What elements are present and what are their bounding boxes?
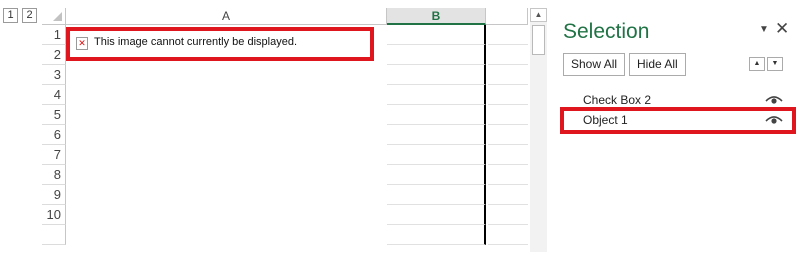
cell[interactable] xyxy=(66,205,387,225)
cell[interactable] xyxy=(488,45,528,65)
row-header[interactable]: 6 xyxy=(42,125,66,145)
cell[interactable] xyxy=(66,145,387,165)
cell[interactable] xyxy=(387,145,486,165)
cell[interactable] xyxy=(488,125,528,145)
cell[interactable] xyxy=(488,65,528,85)
row-header[interactable] xyxy=(42,225,66,245)
cell[interactable] xyxy=(387,45,486,65)
table-row: 10 xyxy=(42,205,528,225)
cell[interactable] xyxy=(387,105,486,125)
row-header[interactable]: 3 xyxy=(42,65,66,85)
cell[interactable] xyxy=(488,185,528,205)
table-row: 9 xyxy=(42,185,528,205)
shape-name: Check Box 2 xyxy=(583,93,652,107)
outline-level-2-button[interactable]: 2 xyxy=(22,8,37,23)
cell[interactable] xyxy=(66,85,387,105)
column-header-b[interactable]: B xyxy=(387,8,486,25)
scroll-up-arrow-icon[interactable]: ▲ xyxy=(530,8,547,22)
row-header[interactable]: 1 xyxy=(42,25,66,45)
cell[interactable] xyxy=(488,145,528,165)
cell[interactable] xyxy=(488,85,528,105)
cell[interactable] xyxy=(488,165,528,185)
cell[interactable] xyxy=(488,105,528,125)
row-header[interactable]: 8 xyxy=(42,165,66,185)
cell[interactable] xyxy=(387,185,486,205)
column-header-c[interactable] xyxy=(486,8,528,24)
bring-forward-icon[interactable]: ▲ xyxy=(749,57,765,71)
broken-image-placeholder[interactable]: ✕ This image cannot currently be display… xyxy=(66,27,374,61)
column-header-a[interactable]: A xyxy=(66,8,387,24)
row-header[interactable]: 2 xyxy=(42,45,66,65)
outline-level-1-button[interactable]: 1 xyxy=(3,8,18,23)
selection-pane: Selection ▼ ✕ Show All Hide All ▲ ▼ Chec… xyxy=(553,0,799,256)
cell[interactable] xyxy=(387,25,486,45)
row-header[interactable]: 4 xyxy=(42,85,66,105)
eye-icon[interactable] xyxy=(765,114,783,126)
cell[interactable] xyxy=(387,65,486,85)
cell[interactable] xyxy=(488,205,528,225)
table-row: 4 xyxy=(42,85,528,105)
column-header-bar: A B xyxy=(42,8,528,25)
row-header[interactable]: 9 xyxy=(42,185,66,205)
cell[interactable] xyxy=(387,165,486,185)
cell[interactable] xyxy=(66,105,387,125)
table-row: 5 xyxy=(42,105,528,125)
show-all-button[interactable]: Show All xyxy=(563,53,626,76)
select-all-corner[interactable] xyxy=(42,8,66,24)
row-header[interactable]: 7 xyxy=(42,145,66,165)
table-row: 7 xyxy=(42,145,528,165)
close-icon[interactable]: ✕ xyxy=(775,19,789,39)
row-header[interactable]: 5 xyxy=(42,105,66,125)
cell[interactable] xyxy=(66,125,387,145)
cell[interactable] xyxy=(387,205,486,225)
select-all-triangle-icon xyxy=(53,12,62,21)
table-row xyxy=(42,225,528,245)
cell[interactable] xyxy=(488,25,528,45)
cell[interactable] xyxy=(387,85,486,105)
shape-list-item[interactable]: Check Box 2 xyxy=(561,90,791,110)
pane-title: Selection xyxy=(563,20,650,43)
hide-all-button[interactable]: Hide All xyxy=(629,53,686,76)
cell[interactable] xyxy=(488,225,528,245)
cell[interactable] xyxy=(66,65,387,85)
shape-list-item[interactable]: Object 1 xyxy=(561,110,791,130)
table-row: 8 xyxy=(42,165,528,185)
cell[interactable] xyxy=(66,185,387,205)
cell[interactable] xyxy=(66,165,387,185)
eye-icon[interactable] xyxy=(765,94,783,106)
spreadsheet-area: 1 2 A B 1 2 3 4 5 6 7 8 9 10 ✕ This imag… xyxy=(0,0,528,256)
table-row: 6 xyxy=(42,125,528,145)
vertical-scrollbar[interactable]: ▲ xyxy=(530,8,547,252)
shape-name: Object 1 xyxy=(583,113,628,127)
broken-image-icon: ✕ xyxy=(76,37,88,50)
cell[interactable] xyxy=(387,225,486,245)
cell[interactable] xyxy=(387,125,486,145)
send-backward-icon[interactable]: ▼ xyxy=(767,57,783,71)
scrollbar-thumb[interactable] xyxy=(532,25,545,55)
cell[interactable] xyxy=(66,225,387,245)
broken-image-message: This image cannot currently be displayed… xyxy=(94,36,297,48)
table-row: 3 xyxy=(42,65,528,85)
row-header[interactable]: 10 xyxy=(42,205,66,225)
pane-options-dropdown-icon[interactable]: ▼ xyxy=(759,24,769,35)
